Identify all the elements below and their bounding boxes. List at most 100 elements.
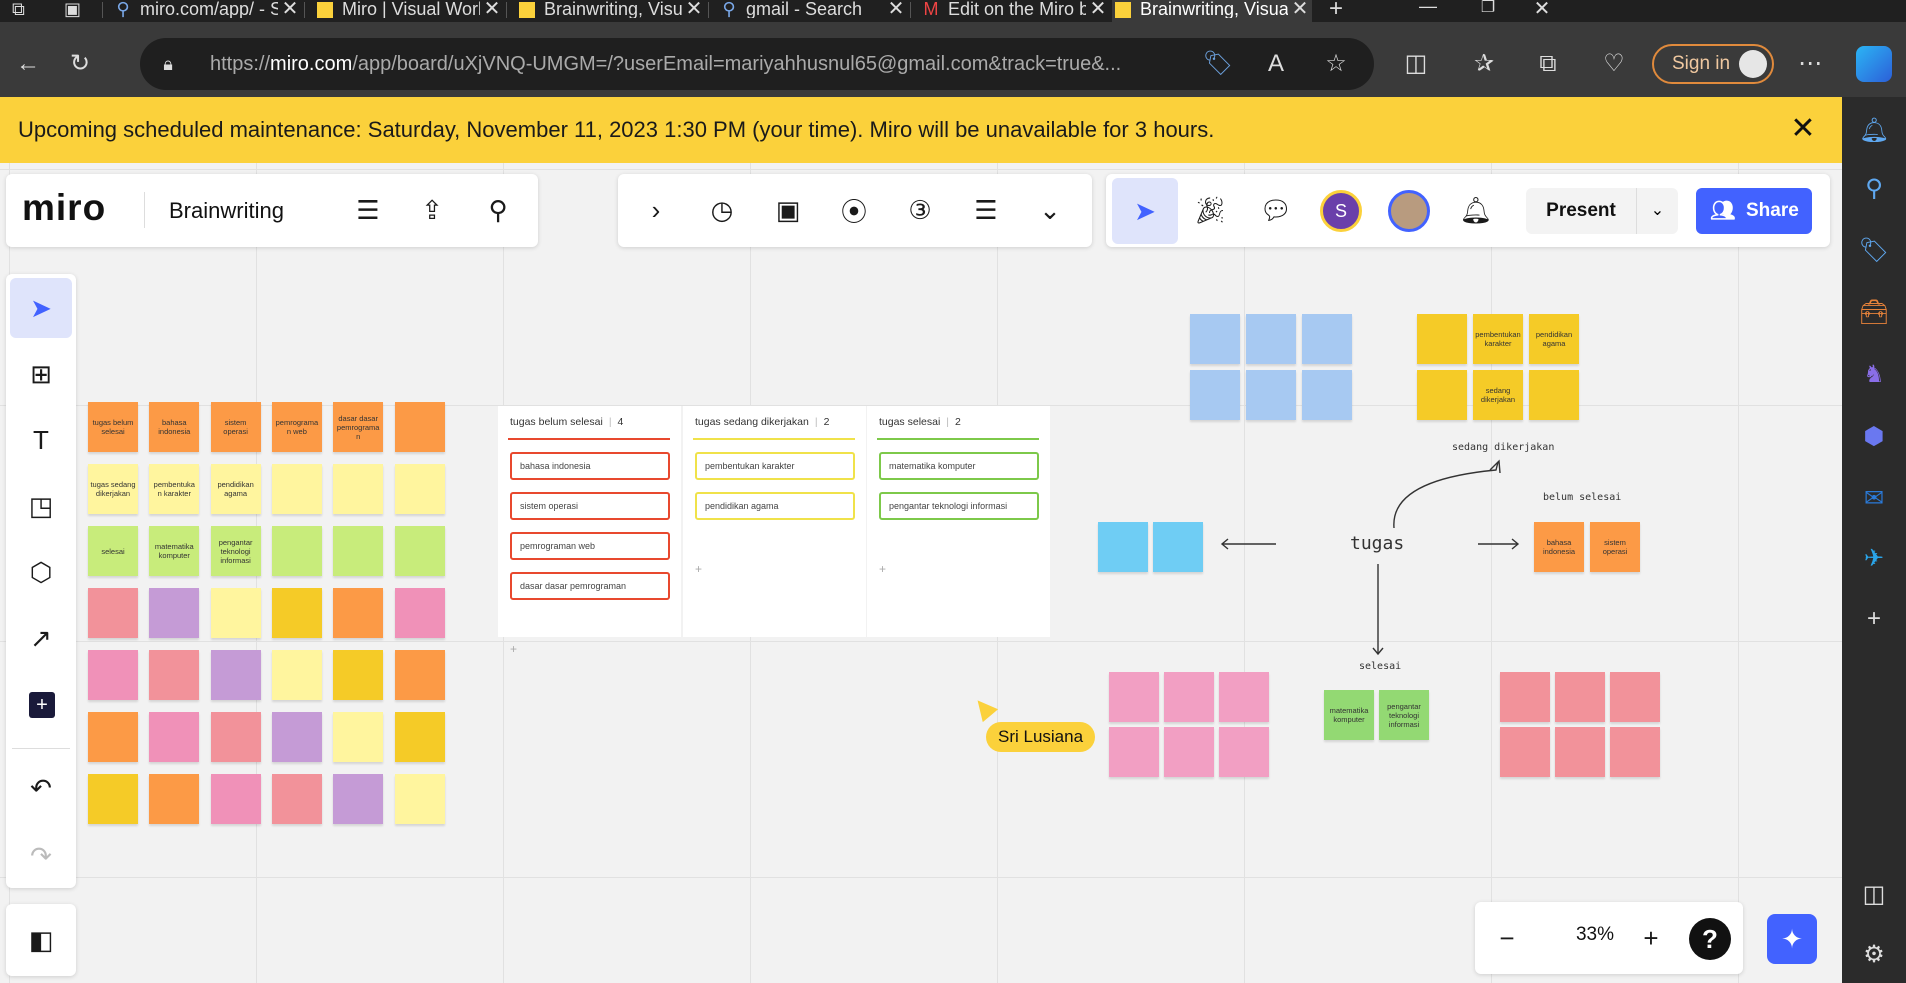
sticky-note[interactable] (1164, 672, 1214, 722)
tab-5-active[interactable]: Brainwriting, Visua ✕ (1112, 0, 1312, 22)
sticky-note[interactable] (210, 588, 261, 638)
add-sidebar-app-icon[interactable]: + (1858, 603, 1890, 635)
text-tool-icon[interactable]: T (19, 418, 63, 462)
sticky-note[interactable] (149, 712, 200, 762)
sticky-note[interactable] (149, 588, 200, 638)
voting-icon[interactable]: ▣ (766, 188, 810, 232)
avatar[interactable]: S (1320, 190, 1362, 232)
sticky-note[interactable] (333, 712, 384, 762)
sticky-note[interactable] (394, 402, 445, 452)
kanban-card[interactable]: matematika komputer (879, 452, 1039, 480)
kanban-card[interactable]: pemrograman web (510, 532, 670, 560)
kanban-card[interactable]: bahasa indonesia (510, 452, 670, 480)
new-tab-icon[interactable]: + (1322, 0, 1350, 21)
ai-assist-button[interactable]: ✦ (1767, 914, 1817, 964)
cursor-mode-button[interactable]: ➤ (1112, 178, 1178, 244)
notifications-bell-icon[interactable]: 🔔︎ (1858, 115, 1890, 147)
sticky-note-icon[interactable]: ◳ (19, 484, 63, 528)
frames-count-icon[interactable]: ③ (898, 188, 942, 232)
sticky-note[interactable] (1246, 370, 1296, 420)
tab-actions-icon[interactable]: ▣ (64, 0, 86, 20)
close-tab-icon[interactable]: ✕ (1086, 0, 1110, 19)
tab-3[interactable]: ⚲ gmail - Search ✕ (718, 0, 908, 22)
sticky-note[interactable]: dasar dasar pemrograma n (333, 402, 384, 452)
add-card-icon[interactable]: + (510, 642, 517, 656)
zoom-in-icon[interactable]: + (1629, 916, 1673, 960)
favorite-star-icon[interactable]: ☆ (1316, 44, 1356, 84)
sticky-note[interactable] (394, 464, 445, 514)
sticky-note[interactable] (1500, 672, 1550, 722)
sticky-note[interactable] (333, 650, 384, 700)
sticky-note[interactable]: pengantar teknologi informasi (210, 526, 261, 576)
tab-4[interactable]: M Edit on the Miro b ✕ (920, 0, 1110, 22)
close-tab-icon[interactable]: ✕ (278, 0, 302, 19)
sticky-note[interactable] (1302, 314, 1352, 364)
comments-icon[interactable]: 💬︎ (1254, 188, 1298, 232)
close-tab-icon[interactable]: ✕ (682, 0, 706, 19)
sticky-note[interactable] (1610, 672, 1660, 722)
lock-icon[interactable]: 🔒︎ (156, 52, 180, 76)
select-tool-button[interactable]: ➤ (10, 278, 72, 338)
undo-icon[interactable]: ↶ (19, 766, 63, 810)
sticky-note[interactable]: bahasa indonesia (149, 402, 200, 452)
sticky-note[interactable]: matematika komputer (1324, 690, 1374, 740)
miro-logo[interactable]: miro (22, 188, 106, 228)
sticky-note[interactable] (210, 774, 261, 824)
sidebar-toggle-icon[interactable]: ◧ (19, 918, 63, 962)
sticky-note[interactable] (394, 588, 445, 638)
notes-icon[interactable]: ☰ (964, 188, 1008, 232)
notifications-bell-icon[interactable]: 🔔︎ (1454, 188, 1498, 232)
timer-icon[interactable]: ◷ (700, 188, 744, 232)
sticky-note[interactable] (88, 712, 138, 762)
sticky-note[interactable] (271, 526, 322, 576)
sticky-note[interactable] (333, 774, 384, 824)
sticky-note[interactable] (1500, 727, 1550, 777)
search-icon[interactable]: ⚲ (1858, 173, 1890, 205)
sticky-note[interactable] (271, 588, 322, 638)
zoom-level[interactable]: 33% (1555, 924, 1635, 946)
sticky-note[interactable]: pengantar teknologi informasi (1379, 690, 1429, 740)
sticky-note[interactable]: sedang dikerjakan (1473, 370, 1523, 420)
read-aloud-icon[interactable]: A (1256, 44, 1296, 84)
tab-0[interactable]: ⚲ miro.com/app/ - S ✕ (112, 0, 302, 22)
sticky-note[interactable] (333, 526, 384, 576)
more-tools-icon[interactable]: + (29, 692, 55, 718)
kanban-card[interactable]: pengantar teknologi informasi (879, 492, 1039, 520)
sticky-note[interactable] (271, 464, 322, 514)
sticky-note[interactable] (394, 526, 445, 576)
close-tab-icon[interactable]: ✕ (884, 0, 908, 19)
sticky-note[interactable] (149, 774, 200, 824)
close-icon[interactable]: ✕ (1788, 112, 1818, 146)
sticky-note[interactable]: pembentukan karakter (1473, 314, 1523, 364)
search-icon[interactable]: ⚲ (476, 188, 520, 232)
sticky-note[interactable] (271, 712, 322, 762)
back-icon[interactable]: ← (8, 44, 48, 84)
sticky-note[interactable] (271, 774, 322, 824)
sticky-note[interactable] (1610, 727, 1660, 777)
sticky-note[interactable] (1190, 314, 1240, 364)
close-tab-icon[interactable]: ✕ (1288, 0, 1312, 19)
chevron-right-icon[interactable]: › (634, 188, 678, 232)
templates-icon[interactable]: ⊞ (19, 352, 63, 396)
sticky-note[interactable] (1098, 522, 1148, 572)
more-menu-icon[interactable]: ⋯ (1790, 44, 1830, 84)
zoom-out-icon[interactable]: − (1485, 916, 1529, 960)
sticky-note[interactable] (210, 650, 261, 700)
sticky-note[interactable] (1302, 370, 1352, 420)
kanban-card[interactable]: dasar dasar pemrograman (510, 572, 670, 600)
microsoft365-icon[interactable]: ⬢ (1858, 421, 1890, 453)
close-window-icon[interactable]: ✕ (1530, 0, 1554, 20)
sticky-note[interactable] (1164, 727, 1214, 777)
sticky-note[interactable] (394, 650, 445, 700)
reactions-icon[interactable]: 🎉︎ (1188, 188, 1232, 232)
sticky-note[interactable] (394, 712, 445, 762)
send-icon[interactable]: ✈ (1858, 543, 1890, 575)
sticky-note[interactable] (88, 650, 138, 700)
attention-focus-icon[interactable]: ⦿ (832, 188, 876, 232)
user-photo-avatar[interactable] (1388, 190, 1430, 232)
shapes-icon[interactable]: ⬡ (19, 550, 63, 594)
restore-icon[interactable]: ❐ (1476, 0, 1500, 20)
sticky-note[interactable] (1219, 727, 1269, 777)
outlook-icon[interactable]: ✉ (1858, 483, 1890, 515)
tools-icon[interactable]: 🧰︎ (1858, 297, 1890, 329)
